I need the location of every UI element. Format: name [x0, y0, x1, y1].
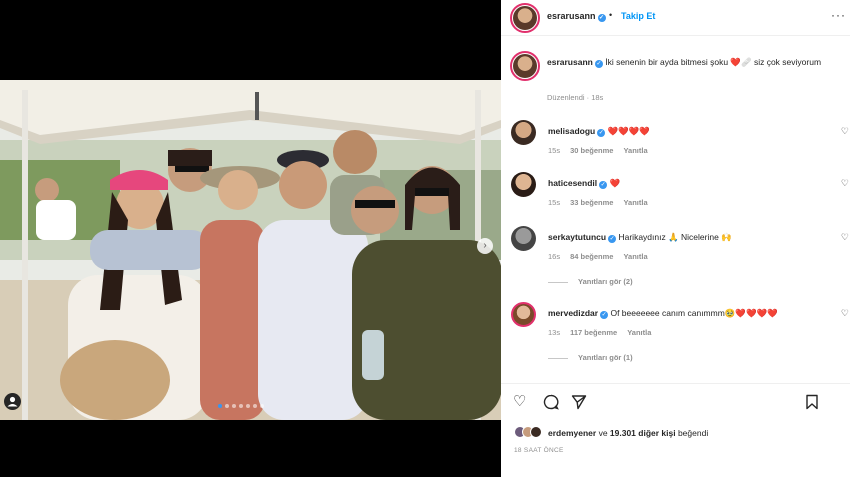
comment-like-heart-icon[interactable]: ♡ — [841, 178, 849, 189]
post-media-pane: › — [0, 0, 501, 477]
verified-badge-icon: ✓ — [597, 14, 606, 22]
comment-avatar[interactable] — [511, 226, 536, 251]
view-replies-button[interactable]: Yanıtları gör (1) — [548, 353, 633, 362]
carousel-next-button[interactable]: › — [477, 238, 493, 254]
caption-body: İki senenin bir ayda bitmesi şoku ❤️🩹 si… — [605, 57, 822, 67]
likes-connector: ve — [596, 428, 610, 438]
reply-button[interactable]: Yanıtla — [627, 328, 651, 337]
carousel-dot — [253, 404, 257, 408]
person-icon — [7, 396, 18, 407]
comment-meta: 15s 30 beğenme Yanıtla — [548, 146, 658, 155]
post-time-ago[interactable]: 18 SAAT ÖNCE — [514, 447, 564, 454]
author-username-text: esrarusann — [547, 11, 596, 21]
post-header: esrarusann ✓ • Takip Et ··· — [501, 0, 850, 36]
comment-meta: 13s 117 beğenme Yanıtla — [548, 328, 661, 337]
comment-likes[interactable]: 30 beğenme — [570, 146, 613, 155]
verified-badge-icon: ✓ — [597, 129, 606, 137]
save-bookmark-icon[interactable] — [805, 394, 819, 410]
post-actions: ♡ erdemyener ve 19.301 diğer kişi beğend… — [501, 383, 850, 477]
likes-count[interactable]: 19.301 diğer kişi — [610, 428, 676, 438]
comment-like-heart-icon[interactable]: ♡ — [841, 126, 849, 137]
liker-username[interactable]: erdemyener — [548, 428, 596, 438]
more-options-icon[interactable]: ··· — [831, 8, 846, 22]
comment-text: Of beeeeeee canım canımmm🥹❤️❤️❤️❤️ — [610, 308, 778, 318]
comment-body: melisadogu ✓ ❤️❤️❤️❤️ — [548, 125, 828, 138]
comment-username[interactable]: mervedizdar — [548, 308, 598, 318]
comment-time[interactable]: 15s — [548, 146, 560, 155]
carousel-dot — [239, 404, 243, 408]
reply-button[interactable]: Yanıtla — [623, 252, 647, 261]
post-photo[interactable] — [0, 80, 501, 420]
likes-suffix: beğendi — [675, 428, 709, 438]
verified-badge-icon: ✓ — [599, 181, 608, 189]
comment-time[interactable]: 13s — [548, 328, 560, 337]
comment-username[interactable]: serkaytutuncu — [548, 232, 606, 242]
comment-meta: 15s 33 beğenme Yanıtla — [548, 198, 658, 207]
comment-time[interactable]: 15s — [548, 198, 560, 207]
comment-bubble-icon[interactable] — [543, 394, 559, 410]
share-paper-plane-icon[interactable] — [571, 394, 587, 410]
comment-avatar[interactable] — [511, 172, 536, 197]
caption-username[interactable]: esrarusann — [547, 57, 593, 67]
carousel-dot — [218, 404, 222, 408]
liker-avatar — [530, 426, 542, 438]
carousel-dot — [260, 404, 264, 408]
author-username[interactable]: esrarusann ✓ — [547, 11, 606, 22]
follow-button[interactable]: Takip Et — [621, 11, 655, 21]
carousel-dot — [246, 404, 250, 408]
comment-text: Harikaydınız 🙏 Nicelerine 🙌 — [618, 232, 732, 242]
caption-text: esrarusann ✓ İki senenin bir ayda bitmesi… — [547, 56, 837, 69]
comment-username[interactable]: haticesendil — [548, 178, 597, 188]
comment-like-heart-icon[interactable]: ♡ — [841, 232, 849, 243]
comment-likes[interactable]: 117 beğenme — [570, 328, 617, 337]
comment-body: serkaytutuncu ✓ Harikaydınız 🙏 Nicelerine… — [548, 231, 828, 244]
carousel-indicator — [218, 404, 264, 408]
verified-badge-icon: ✓ — [608, 235, 617, 243]
comment-likes[interactable]: 33 beğenme — [570, 198, 613, 207]
verified-badge-icon: ✓ — [600, 311, 609, 319]
comment-avatar[interactable] — [511, 302, 536, 327]
author-avatar[interactable] — [510, 3, 540, 33]
comment-meta: 16s 84 beğenme Yanıtla — [548, 252, 658, 261]
caption-author-avatar[interactable] — [510, 51, 540, 81]
comment-time[interactable]: 16s — [548, 252, 560, 261]
comment-like-heart-icon[interactable]: ♡ — [841, 308, 849, 319]
comment-username[interactable]: melisadogu — [548, 126, 595, 136]
reply-button[interactable]: Yanıtla — [623, 146, 647, 155]
comment-avatar[interactable] — [511, 120, 536, 145]
like-heart-icon[interactable]: ♡ — [513, 394, 526, 410]
carousel-dot — [232, 404, 236, 408]
verified-badge-icon: ✓ — [594, 60, 603, 68]
likes-text: erdemyener ve 19.301 diğer kişi beğendi — [548, 428, 708, 438]
view-replies-button[interactable]: Yanıtları gör (2) — [548, 277, 633, 286]
comment-text: ❤️ — [609, 178, 621, 188]
reply-button[interactable]: Yanıtla — [623, 198, 647, 207]
post-side-panel: esrarusann ✓ • Takip Et ··· esrarusann ✓ İ… — [501, 0, 850, 477]
carousel-dot — [225, 404, 229, 408]
dot-separator: • — [609, 10, 613, 20]
caption-edited-time: Düzenlendi · 18s — [547, 93, 604, 102]
comment-body: haticesendil ✓ ❤️ — [548, 177, 828, 190]
comment-body: mervedizdar ✓ Of beeeeeee canım canımmm🥹❤… — [548, 307, 828, 320]
tagged-users-icon[interactable] — [4, 393, 21, 410]
group-photo-illustration — [0, 80, 501, 420]
comment-text: ❤️❤️❤️❤️ — [607, 126, 650, 136]
chevron-right-icon: › — [483, 240, 487, 251]
comment-likes[interactable]: 84 beğenme — [570, 252, 613, 261]
